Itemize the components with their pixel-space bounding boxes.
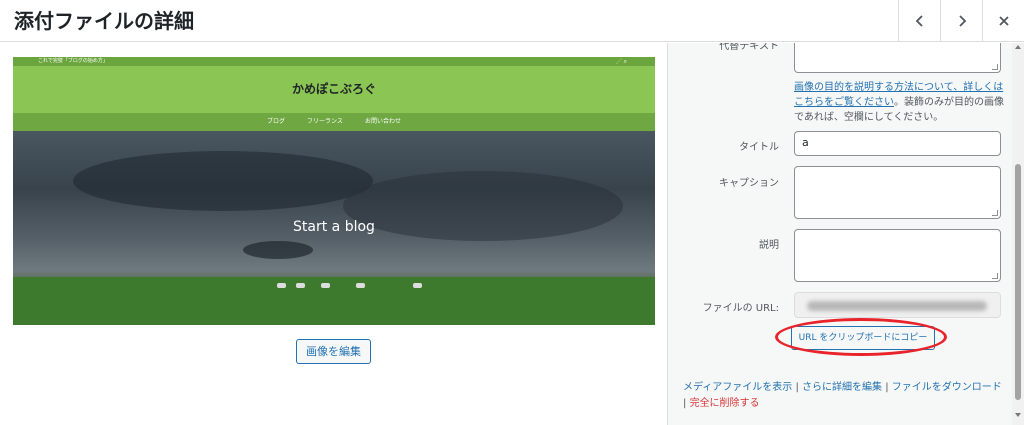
file-url-field[interactable] <box>794 292 1001 318</box>
scroll-up-arrow-icon[interactable] <box>1015 45 1021 49</box>
title-label: タイトル <box>739 142 779 153</box>
download-file-link[interactable]: ファイルをダウンロード <box>892 382 1002 393</box>
attachment-details-modal: 添付ファイルの詳細 これで完璧「ブログの始め方」 ⋰ ⌕ かめぽこぶろぐ ブログ… <box>0 0 1024 425</box>
preview-topbar: これで完璧「ブログの始め方」 ⋰ ⌕ <box>13 57 655 66</box>
preview-site-header: かめぽこぶろぐ <box>13 66 655 113</box>
preview-topbar-text: これで完璧「ブログの始め方」 <box>38 58 108 64</box>
scroll-down-arrow-icon[interactable] <box>1015 413 1021 417</box>
edit-more-details-link[interactable]: さらに詳細を編集 <box>802 382 882 393</box>
rss-search-icon: ⋰ ⌕ <box>615 58 627 65</box>
preview-nav-item: ブログ <box>267 118 286 125</box>
preview-hero-image: Start a blog <box>13 131 655 325</box>
close-icon <box>998 16 1009 26</box>
zebra <box>413 283 422 288</box>
resize-grip-icon <box>992 273 998 279</box>
caption-label: キャプション <box>719 178 779 189</box>
zebra <box>356 283 365 288</box>
delete-permanently-link[interactable]: 完全に削除する <box>690 398 760 409</box>
file-url-label: ファイルの URL: <box>702 303 779 314</box>
attachment-settings-sidebar: 代替テキスト 画像の目的を説明する方法について、詳しくはこちらをご覧ください。装… <box>667 43 1024 425</box>
resize-grip-icon <box>992 210 998 216</box>
zebra <box>321 283 330 288</box>
previous-button[interactable] <box>898 0 940 42</box>
storm-cloud <box>243 241 313 259</box>
preview-site-name: かめぽこぶろぐ <box>291 82 376 96</box>
title-field[interactable]: a <box>794 131 1001 156</box>
chevron-right-icon <box>958 15 966 27</box>
next-button[interactable] <box>940 0 982 42</box>
preview-hero-text: Start a blog <box>293 219 375 235</box>
preview-site-nav: ブログ フリーランス お問い合わせ <box>13 113 655 131</box>
separator: | <box>792 382 803 393</box>
edit-image-button[interactable]: 画像を編集 <box>296 339 371 364</box>
media-preview-pane: これで完璧「ブログの始め方」 ⋰ ⌕ かめぽこぶろぐ ブログ フリーランス お問… <box>0 43 667 425</box>
chevron-left-icon <box>915 15 923 27</box>
grassland <box>13 277 655 325</box>
alt-text-help: 画像の目的を説明する方法について、詳しくはこちらをご覧ください。装飾のみが目的の… <box>794 80 1004 125</box>
description-label: 説明 <box>759 240 779 251</box>
copy-url-button[interactable]: URL をクリップボードにコピー <box>791 326 935 350</box>
storm-cloud <box>73 151 373 211</box>
scrollbar-thumb[interactable] <box>1015 164 1021 400</box>
alt-text-field[interactable] <box>794 43 1001 73</box>
image-preview: これで完璧「ブログの始め方」 ⋰ ⌕ かめぽこぶろぐ ブログ フリーランス お問… <box>13 57 655 325</box>
resize-grip-icon <box>992 64 998 70</box>
zebra <box>296 283 305 288</box>
zebra <box>277 283 286 288</box>
preview-nav-item: フリーランス <box>307 118 343 125</box>
redacted-url <box>807 301 987 311</box>
modal-header: 添付ファイルの詳細 <box>0 0 1024 42</box>
modal-title: 添付ファイルの詳細 <box>14 9 194 33</box>
caption-field[interactable] <box>794 166 1001 219</box>
close-button[interactable] <box>982 0 1024 42</box>
sidebar-scrollbar[interactable] <box>1012 43 1024 425</box>
preview-nav-item: お問い合わせ <box>364 118 401 125</box>
separator: | <box>882 382 892 393</box>
attachment-actions: メディアファイルを表示 | さらに詳細を編集 | ファイルをダウンロード | 完… <box>683 380 1003 412</box>
view-media-link[interactable]: メディアファイルを表示 <box>683 382 792 393</box>
alt-text-label: 代替テキスト <box>719 43 779 52</box>
description-field[interactable] <box>794 229 1001 282</box>
